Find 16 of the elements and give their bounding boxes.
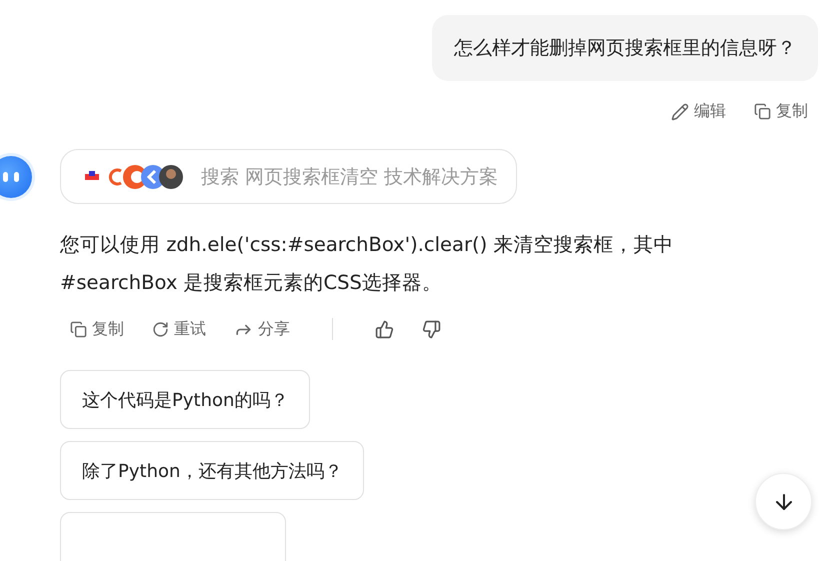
copy-button[interactable]: 复制	[70, 318, 124, 340]
copy-icon	[754, 103, 771, 120]
answer-text: 您可以使用 zdh.ele('css:#searchBox').clear() 来清空搜索框，其中 #searchBox 是搜索框元素的CSS选择器。	[60, 232, 674, 296]
copy-icon	[70, 320, 87, 338]
thumbs-down-icon[interactable]	[422, 320, 441, 338]
suggestion-card[interactable]: 这个代码是Python的吗？	[60, 370, 310, 429]
assistant-avatar	[0, 156, 32, 198]
retry-button[interactable]: 重试	[152, 318, 206, 340]
suggestion-card[interactable]: 除了Python，还有其他方法吗？	[60, 441, 364, 500]
thumbs-up-icon[interactable]	[375, 320, 394, 338]
share-button[interactable]: 分享	[234, 318, 290, 340]
retry-icon	[152, 320, 169, 338]
user-message-bubble: 怎么样才能删掉网页搜索框里的信息呀？	[432, 15, 818, 81]
edit-button[interactable]: 编辑	[671, 101, 726, 122]
pencil-icon	[671, 102, 689, 120]
copy-button[interactable]: 复制	[754, 101, 808, 122]
